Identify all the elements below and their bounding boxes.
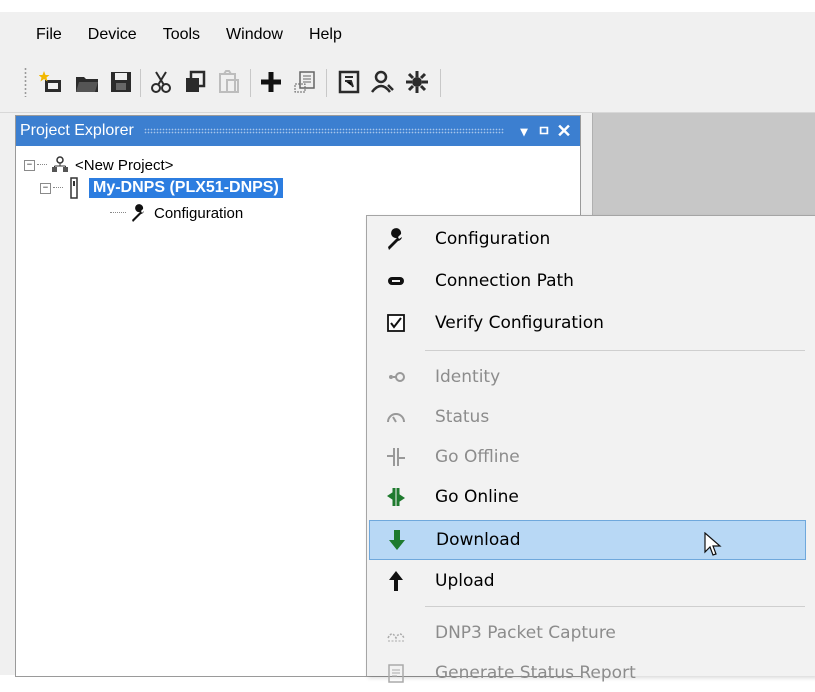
context-menu: Configuration Connection Path Verify Con… bbox=[366, 215, 815, 683]
tree-label-device: My-DNPS (PLX51-DNPS) bbox=[89, 178, 283, 198]
upload-arrow-icon bbox=[389, 571, 403, 591]
packet-capture-icon bbox=[387, 633, 405, 642]
tree-node-project[interactable]: − <New Project> bbox=[24, 154, 173, 176]
menu-tools[interactable]: Tools bbox=[150, 12, 213, 57]
properties-icon[interactable] bbox=[290, 67, 320, 97]
wrench-icon bbox=[132, 204, 144, 222]
download-arrow-icon bbox=[389, 530, 405, 550]
add-device-icon[interactable] bbox=[256, 67, 286, 97]
wrench-icon bbox=[388, 228, 402, 250]
collapse-icon[interactable]: − bbox=[40, 182, 51, 194]
titlebar-grip bbox=[143, 128, 504, 134]
menu-item-status[interactable]: Status bbox=[369, 398, 806, 436]
menu-item-configuration[interactable]: Configuration bbox=[369, 220, 806, 258]
open-icon[interactable] bbox=[72, 67, 102, 97]
menu-window[interactable]: Window bbox=[213, 12, 296, 57]
menu-item-go-online[interactable]: Go Online bbox=[369, 478, 806, 516]
menu-item-download[interactable]: Download bbox=[369, 520, 806, 560]
project-icon bbox=[52, 156, 68, 172]
tree-label-project: <New Project> bbox=[75, 156, 174, 174]
menu-item-generate-status-report[interactable]: Generate Status Report bbox=[369, 654, 806, 692]
project-explorer-titlebar: Project Explorer ▾ ㅁ ✕ bbox=[16, 116, 580, 146]
toolbar bbox=[0, 57, 815, 113]
menu-help[interactable]: Help bbox=[296, 12, 355, 57]
menu-file[interactable]: File bbox=[0, 12, 75, 57]
identity-icon bbox=[389, 372, 405, 382]
menu-device[interactable]: Device bbox=[75, 12, 150, 57]
go-online-icon bbox=[387, 488, 405, 506]
menu-item-dnp3-packet-capture[interactable]: DNP3 Packet Capture bbox=[369, 614, 806, 652]
new-project-icon[interactable] bbox=[38, 67, 68, 97]
menu-item-verify-configuration[interactable]: Verify Configuration bbox=[369, 304, 806, 342]
dropdown-icon[interactable]: ▾ bbox=[514, 123, 534, 140]
collapse-icon[interactable]: − bbox=[24, 159, 35, 171]
go-offline-icon bbox=[387, 448, 405, 466]
close-icon[interactable]: ✕ bbox=[554, 121, 574, 142]
settings-network-icon[interactable] bbox=[402, 67, 432, 97]
tree-node-configuration[interactable]: Configuration bbox=[110, 202, 243, 224]
report-icon[interactable] bbox=[334, 67, 364, 97]
tree-label-configuration: Configuration bbox=[154, 204, 244, 222]
menu-item-upload[interactable]: Upload bbox=[369, 562, 806, 600]
toolbar-grip[interactable] bbox=[24, 67, 27, 97]
user-icon[interactable] bbox=[368, 67, 398, 97]
menu-item-go-offline[interactable]: Go Offline bbox=[369, 438, 806, 476]
pin-icon[interactable]: ㅁ bbox=[534, 121, 554, 141]
window-top-edge bbox=[0, 0, 815, 12]
menu-item-connection-path[interactable]: Connection Path bbox=[369, 262, 806, 300]
project-explorer-title: Project Explorer bbox=[20, 122, 134, 139]
mouse-pointer-icon bbox=[704, 532, 722, 556]
report-icon bbox=[388, 664, 404, 683]
status-icon bbox=[387, 413, 405, 423]
paste-icon bbox=[214, 67, 244, 97]
menu-bar: File Device Tools Window Help bbox=[0, 12, 815, 57]
copy-icon[interactable] bbox=[180, 67, 210, 97]
menu-item-identity[interactable]: Identity bbox=[369, 358, 806, 396]
tree-node-device[interactable]: − My-DNPS (PLX51-DNPS) bbox=[40, 176, 283, 200]
checkbox-icon bbox=[387, 314, 405, 332]
cut-icon[interactable] bbox=[146, 67, 176, 97]
device-icon bbox=[70, 177, 78, 199]
link-icon bbox=[388, 277, 404, 285]
save-icon[interactable] bbox=[106, 67, 136, 97]
